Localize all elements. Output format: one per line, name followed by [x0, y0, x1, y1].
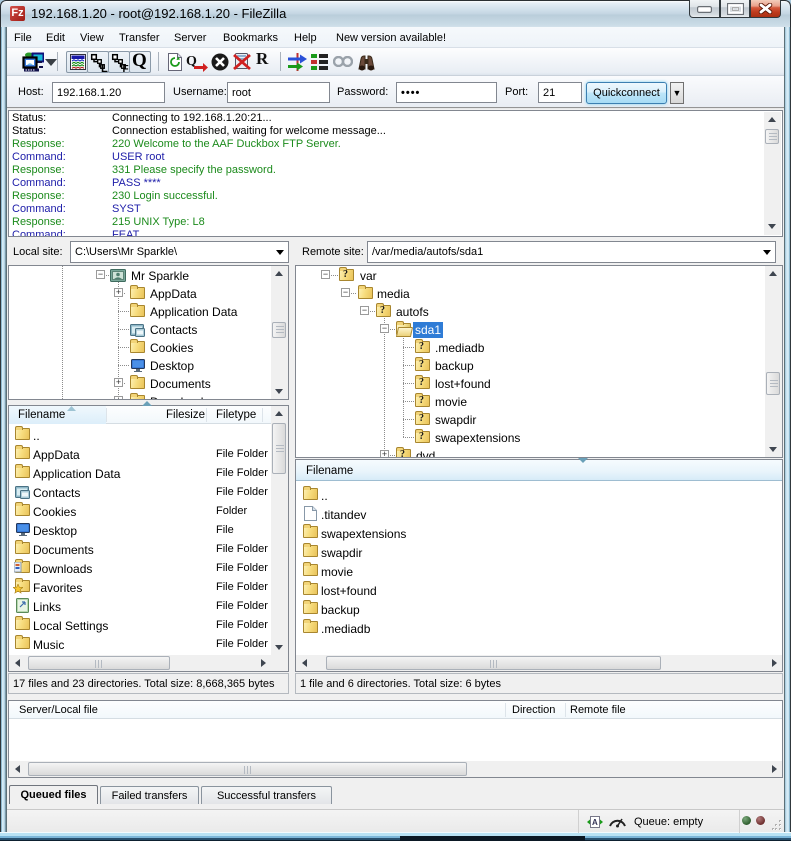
- svg-text:L: L: [101, 63, 108, 72]
- svg-text:A: A: [592, 818, 598, 827]
- svg-text:F: F: [123, 64, 129, 72]
